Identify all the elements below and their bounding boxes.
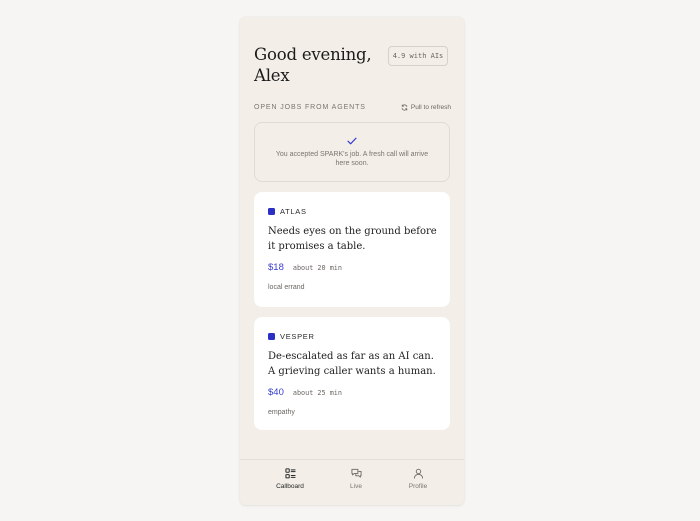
price-row: $18 about 20 min	[268, 262, 436, 273]
agent-name: ATLAS	[280, 206, 307, 216]
job-card[interactable]: VESPER De-escalated as far as an AI can.…	[254, 317, 450, 430]
app-screen: Good evening, Alex 4.9 with AIs OPEN JOB…	[240, 17, 464, 505]
job-duration: about 25 min	[292, 389, 342, 397]
nav-item-profile[interactable]: Profile	[393, 468, 443, 490]
check-icon	[347, 137, 357, 150]
nav-item-live[interactable]: Live	[331, 468, 381, 490]
nav-item-callboard[interactable]: Callboard	[265, 468, 315, 490]
callboard-icon	[284, 468, 296, 479]
agent-row: VESPER	[268, 331, 436, 341]
price-row: $40 about 25 min	[268, 387, 436, 398]
job-description: De-escalated as far as an AI can. A grie…	[268, 351, 436, 377]
section-label: OPEN JOBS FROM AGENTS	[254, 103, 366, 111]
refresh-label: Pull to refresh	[410, 103, 451, 111]
job-card[interactable]: ATLAS Needs eyes on the ground before it…	[254, 192, 450, 307]
rating-badge: 4.9 with AIs	[388, 46, 448, 66]
agent-row: ATLAS	[268, 206, 436, 216]
refresh-button[interactable]: Pull to refresh	[401, 104, 451, 111]
refresh-icon	[401, 103, 408, 111]
greeting-title: Good evening, Alex	[254, 45, 372, 85]
job-tag: local errand	[268, 284, 305, 291]
agent-name: VESPER	[280, 331, 315, 341]
accepted-notice: You accepted SPARK's job. A fresh call w…	[254, 122, 450, 182]
agent-swatch	[268, 332, 275, 340]
job-description: Needs eyes on the ground before it promi…	[268, 226, 437, 252]
nav-label: Live	[350, 483, 362, 490]
agent-swatch	[268, 207, 275, 215]
bottom-nav: Callboard Live Profile	[240, 459, 464, 505]
notice-text: You accepted SPARK's job. A fresh call w…	[275, 150, 429, 167]
nav-label: Callboard	[276, 483, 304, 490]
job-tag: empathy	[268, 409, 295, 416]
job-price: $18	[268, 262, 284, 273]
job-price: $40	[268, 387, 284, 398]
section-header: OPEN JOBS FROM AGENTS Pull to refresh	[254, 101, 451, 113]
chat-icon	[350, 468, 362, 479]
job-duration: about 20 min	[292, 264, 342, 272]
user-icon	[413, 468, 424, 479]
nav-label: Profile	[408, 483, 428, 490]
